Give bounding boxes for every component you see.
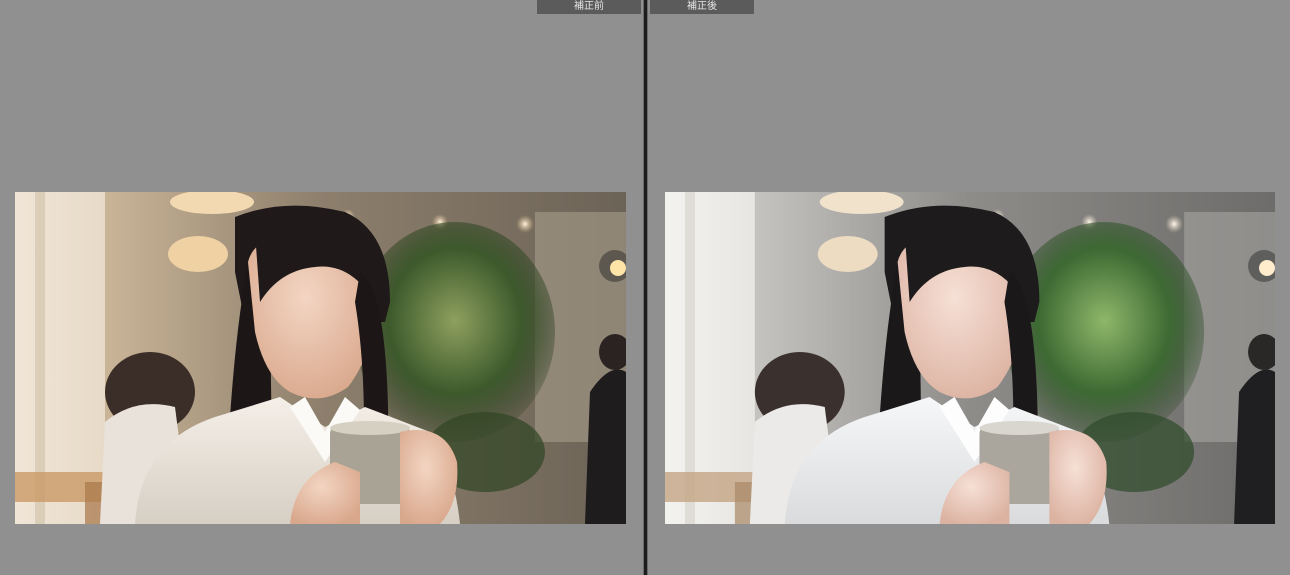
after-label: 補正後	[650, 0, 754, 14]
before-pane: 補正前	[0, 0, 643, 575]
after-pane: 補正後	[648, 0, 1290, 575]
before-photo	[15, 192, 626, 524]
before-label: 補正前	[537, 0, 641, 14]
after-photo	[665, 192, 1275, 524]
